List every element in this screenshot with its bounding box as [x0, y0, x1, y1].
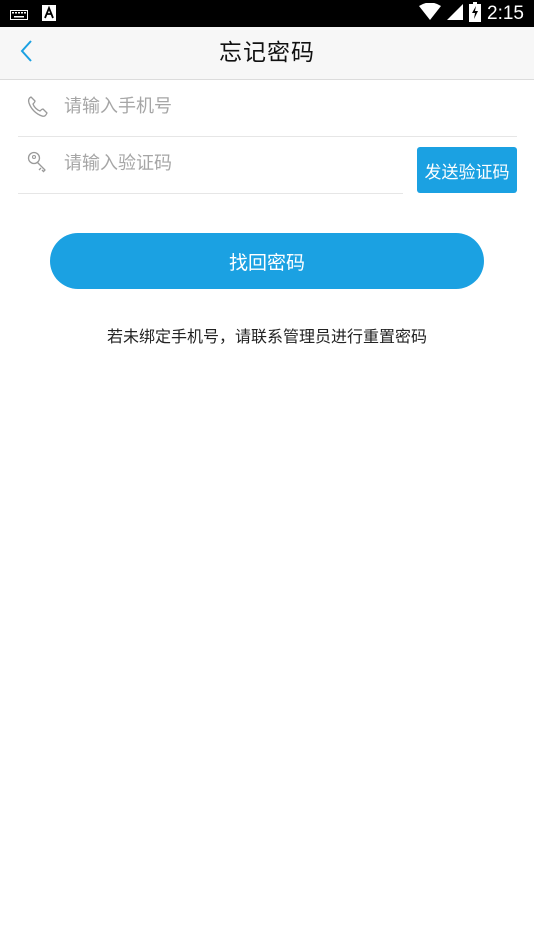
send-code-button[interactable]: 发送验证码: [417, 147, 517, 193]
phone-icon: [26, 94, 48, 118]
status-time: 2:15: [487, 3, 524, 24]
status-right: 2:15: [419, 2, 524, 26]
key-icon: [26, 151, 48, 175]
recover-password-button[interactable]: 找回密码: [50, 233, 484, 289]
status-bar: 2:15: [0, 0, 534, 27]
code-field-row: [18, 137, 403, 194]
battery-charging-icon: [469, 2, 482, 26]
wifi-icon: [419, 2, 442, 25]
keyboard-icon: [10, 6, 28, 25]
page-title: 忘记密码: [219, 40, 315, 66]
status-left: [10, 5, 56, 25]
code-input[interactable]: [64, 145, 394, 181]
font-a-icon: [42, 5, 56, 25]
app-bar: 忘记密码: [0, 27, 534, 80]
signal-icon: [447, 3, 464, 25]
contact-admin-hint: 若未绑定手机号，请联系管理员进行重置密码: [106, 327, 427, 346]
phone-input[interactable]: [64, 88, 504, 124]
phone-field-row: [18, 80, 517, 137]
